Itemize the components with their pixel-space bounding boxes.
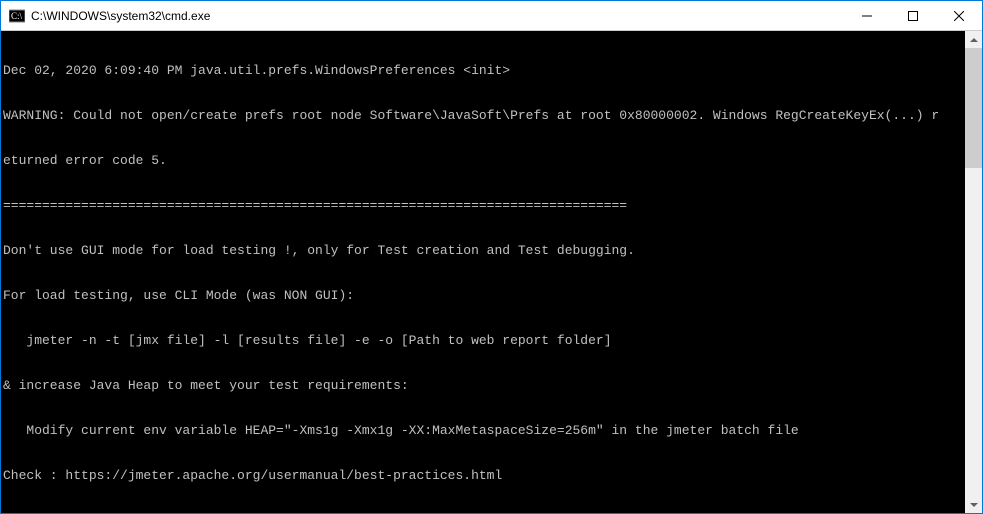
terminal-area: Dec 02, 2020 6:09:40 PM java.util.prefs.… [1, 31, 982, 513]
minimize-button[interactable] [844, 1, 890, 31]
window-title: C:\WINDOWS\system32\cmd.exe [31, 1, 844, 31]
titlebar[interactable]: C:\ C:\WINDOWS\system32\cmd.exe [1, 1, 982, 31]
svg-text:C:\: C:\ [11, 11, 23, 21]
scroll-thumb[interactable] [965, 48, 982, 168]
terminal-line: For load testing, use CLI Mode (was NON … [3, 288, 965, 303]
terminal-line: eturned error code 5. [3, 153, 965, 168]
terminal-line: ========================================… [3, 198, 965, 213]
scroll-down-arrow[interactable] [965, 496, 982, 513]
terminal-line: jmeter -n -t [jmx file] -l [results file… [3, 333, 965, 348]
terminal-output[interactable]: Dec 02, 2020 6:09:40 PM java.util.prefs.… [1, 31, 965, 513]
terminal-line: WARNING: Could not open/create prefs roo… [3, 108, 965, 123]
terminal-line: & increase Java Heap to meet your test r… [3, 378, 965, 393]
terminal-line: Don't use GUI mode for load testing !, o… [3, 243, 965, 258]
terminal-line: Dec 02, 2020 6:09:40 PM java.util.prefs.… [3, 63, 965, 78]
window-controls [844, 1, 982, 30]
cmd-window: C:\ C:\WINDOWS\system32\cmd.exe Dec 02, … [1, 1, 982, 513]
maximize-button[interactable] [890, 1, 936, 31]
cmd-icon: C:\ [9, 8, 25, 24]
scroll-up-arrow[interactable] [965, 31, 982, 48]
terminal-line: Modify current env variable HEAP="-Xms1g… [3, 423, 965, 438]
terminal-line: Check : https://jmeter.apache.org/userma… [3, 468, 965, 483]
close-button[interactable] [936, 1, 982, 31]
vertical-scrollbar[interactable] [965, 31, 982, 513]
